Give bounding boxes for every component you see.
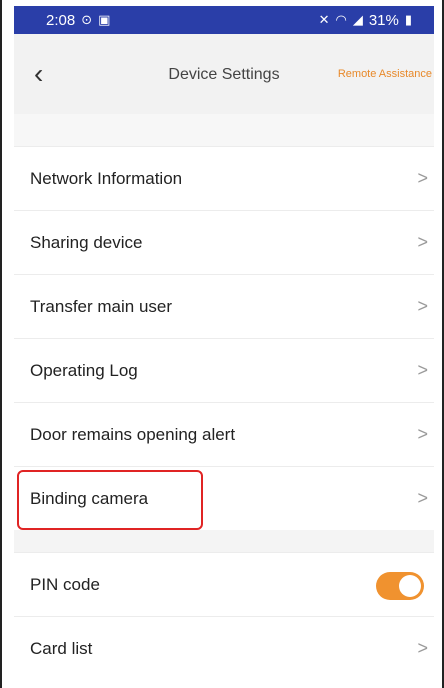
battery-percent: 31% bbox=[368, 11, 399, 29]
pin-code-toggle[interactable] bbox=[376, 572, 424, 600]
setting-row-pin-code[interactable]: PIN code bbox=[14, 552, 434, 616]
setting-row-binding-camera[interactable]: Binding camera > bbox=[14, 466, 434, 530]
setting-label: Sharing device bbox=[30, 232, 143, 252]
toggle-knob bbox=[399, 575, 421, 597]
status-time: 2:08 bbox=[46, 11, 76, 29]
app-header: ‹ Device Settings Remote Assistance bbox=[14, 34, 434, 114]
setting-label: Operating Log bbox=[30, 360, 138, 380]
setting-label: Card list bbox=[30, 638, 93, 658]
chevron-right-icon: > bbox=[417, 638, 428, 658]
status-left: 2:08 ⊙ ▣ bbox=[46, 12, 110, 29]
signal-icon: ◢ bbox=[352, 12, 363, 27]
chevron-right-icon: > bbox=[417, 424, 428, 444]
setting-label: PIN code bbox=[30, 574, 100, 594]
remote-assistance-link[interactable]: Remote Assistance bbox=[338, 68, 432, 80]
chevron-right-icon: > bbox=[417, 360, 428, 380]
wifi-icon: ◠ bbox=[335, 12, 347, 27]
image-icon: ▣ bbox=[98, 12, 111, 27]
status-right: ✕ ◠ ◢ 31% ▮ bbox=[319, 12, 412, 29]
setting-row-sharing-device[interactable]: Sharing device > bbox=[14, 210, 434, 274]
setting-row-transfer-main-user[interactable]: Transfer main user > bbox=[14, 274, 434, 338]
alarm-icon: ⊙ bbox=[81, 12, 93, 27]
chevron-right-icon: > bbox=[417, 232, 428, 252]
group-gap bbox=[14, 530, 434, 552]
chevron-right-icon: > bbox=[417, 168, 428, 188]
setting-label: Transfer main user bbox=[30, 296, 173, 316]
battery-icon: ▮ bbox=[404, 12, 412, 27]
setting-label: Network Information bbox=[30, 168, 183, 188]
status-bar: 2:08 ⊙ ▣ ✕ ◠ ◢ 31% ▮ bbox=[14, 6, 434, 34]
chevron-right-icon: > bbox=[417, 296, 428, 316]
setting-row-card-list[interactable]: Card list > bbox=[14, 616, 434, 680]
setting-row-network-information[interactable]: Network Information > bbox=[14, 146, 434, 210]
setting-row-operating-log[interactable]: Operating Log > bbox=[14, 338, 434, 402]
chevron-right-icon: > bbox=[417, 488, 428, 508]
setting-label: Binding camera bbox=[30, 488, 149, 508]
settings-list: Network Information > Sharing device > T… bbox=[14, 146, 434, 680]
mute-icon: ✕ bbox=[318, 12, 330, 27]
setting-row-door-alert[interactable]: Door remains opening alert > bbox=[14, 402, 434, 466]
section-spacer bbox=[14, 114, 434, 146]
setting-label: Door remains opening alert bbox=[30, 424, 236, 444]
